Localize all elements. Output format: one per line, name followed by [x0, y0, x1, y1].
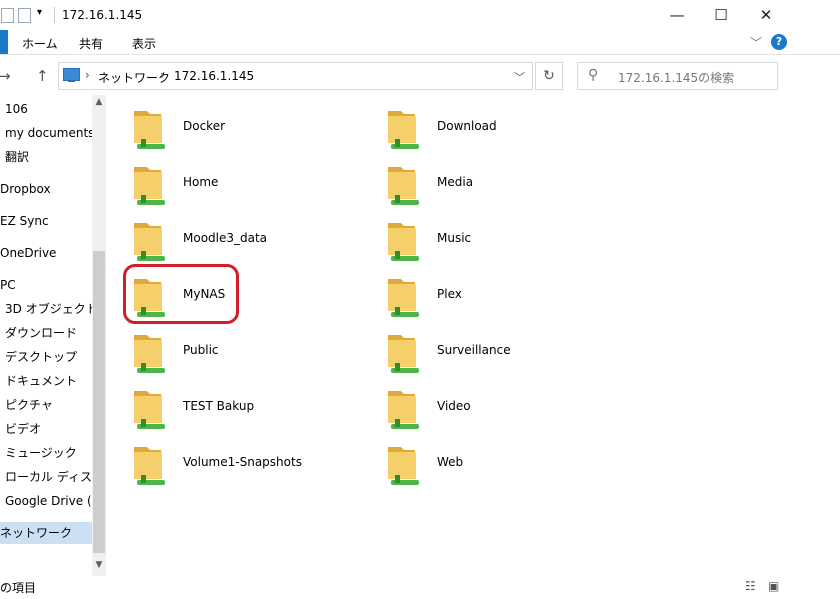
forward-button[interactable]: → [0, 67, 11, 85]
properties-icon[interactable] [1, 8, 14, 23]
folder-web[interactable]: Web [385, 439, 615, 493]
status-bar: の項目 ☷ ▣ [0, 576, 840, 599]
folder-name: Music [437, 231, 472, 245]
sidebar-item-pc[interactable]: PC [0, 274, 92, 296]
sidebar-item-videos[interactable]: ビデオ [0, 418, 92, 440]
tab-home[interactable]: ホーム [22, 35, 58, 52]
sidebar-item-onedrive[interactable]: OneDrive [0, 242, 92, 264]
folder-moodle3-data[interactable]: Moodle3_data [131, 215, 361, 269]
close-button[interactable]: ✕ [755, 4, 777, 26]
scroll-down-arrow-icon[interactable]: ▼ [92, 560, 106, 570]
help-icon[interactable]: ? [771, 34, 787, 50]
folder-name: Plex [437, 287, 462, 301]
file-list: Docker Download Home Media Moodle3_data … [106, 95, 840, 576]
folder-docker[interactable]: Docker [131, 103, 361, 157]
search-input[interactable]: ⚲ 172.16.1.145の検索 [577, 62, 778, 90]
breadcrumb-chevron-icon[interactable]: › [160, 68, 165, 82]
navigation-bar: → ↑ › ネットワーク › 172.16.1.145 ﹀ ↻ ⚲ 172.16… [0, 55, 840, 95]
tab-view[interactable]: 表示 [132, 35, 156, 52]
folder-name: TEST Bakup [183, 399, 255, 413]
folder-download[interactable]: Download [385, 103, 615, 157]
sidebar-item-desktop[interactable]: デスクトップ [0, 346, 92, 368]
shared-folder-icon [134, 335, 165, 373]
shared-folder-icon [134, 223, 165, 261]
search-icon: ⚲ [588, 67, 599, 83]
folder-music[interactable]: Music [385, 215, 615, 269]
folder-name: Download [437, 119, 497, 133]
expand-ribbon-icon[interactable]: ﹀ [750, 34, 762, 51]
sidebar-item-music[interactable]: ミュージック [0, 442, 92, 464]
address-history-dropdown-icon[interactable]: ﹀ [514, 69, 525, 85]
highlight-annotation [123, 264, 239, 324]
shared-folder-icon [388, 223, 419, 261]
shared-folder-icon [134, 111, 165, 149]
folder-name: Moodle3_data [183, 231, 268, 245]
window-title: 172.16.1.145 [62, 8, 143, 22]
sidebar-item-local-disk[interactable]: ローカル ディスク (C [0, 466, 92, 488]
sidebar-item-dropbox[interactable]: Dropbox [0, 178, 92, 200]
minimize-button[interactable]: — [666, 4, 688, 26]
up-button[interactable]: ↑ [36, 67, 49, 85]
folder-test-bakup[interactable]: TEST Bakup [131, 383, 361, 437]
refresh-button[interactable]: ↻ [535, 62, 563, 90]
title-bar: ▾ 172.16.1.145 — ☐ ✕ [0, 0, 840, 30]
folder-name: Video [437, 399, 471, 413]
details-view-icon[interactable]: ☷ [745, 579, 759, 593]
scrollbar-thumb[interactable] [93, 251, 105, 553]
shared-folder-icon [388, 335, 419, 373]
maximize-button[interactable]: ☐ [710, 4, 732, 26]
folder-plex[interactable]: Plex [385, 271, 615, 325]
breadcrumb-host[interactable]: 172.16.1.145 [174, 69, 254, 83]
shared-folder-icon [134, 447, 165, 485]
shared-folder-icon [134, 391, 165, 429]
sidebar-item-3d-objects[interactable]: 3D オブジェクト [0, 298, 92, 320]
navigation-pane: 106 my documents 翻訳 Dropbox EZ Sync OneD… [0, 95, 92, 555]
folder-surveillance[interactable]: Surveillance [385, 327, 615, 381]
address-bar[interactable]: › ネットワーク › 172.16.1.145 ﹀ [58, 62, 533, 90]
sidebar-item-ezsync[interactable]: EZ Sync [0, 210, 92, 232]
item-count-text: の項目 [0, 581, 37, 595]
search-placeholder: 172.16.1.145の検索 [618, 71, 735, 85]
folder-name: Home [183, 175, 219, 189]
sidebar-item-google-drive[interactable]: Google Drive (G: [0, 490, 92, 512]
shared-folder-icon [388, 111, 419, 149]
sidebar-item[interactable]: 翻訳 [0, 146, 92, 168]
folder-volume1-snapshots[interactable]: Volume1-Snapshots [131, 439, 361, 493]
folder-home[interactable]: Home [131, 159, 361, 213]
sidebar-item[interactable]: 106 [0, 98, 92, 120]
folder-name: Volume1-Snapshots [183, 455, 302, 469]
shared-folder-icon [134, 167, 165, 205]
file-tab[interactable] [0, 30, 8, 54]
sidebar-item-downloads[interactable]: ダウンロード [0, 322, 92, 344]
scroll-up-arrow-icon[interactable]: ▲ [92, 97, 106, 107]
ribbon-tabs: ホーム 共有 表示 ﹀ ? [0, 30, 840, 55]
folder-public[interactable]: Public [131, 327, 361, 381]
sidebar-item-pictures[interactable]: ピクチャ [0, 394, 92, 416]
shared-folder-icon [388, 447, 419, 485]
shared-folder-icon [388, 391, 419, 429]
network-computer-icon-stand [68, 80, 75, 82]
quick-access-dropdown-icon[interactable]: ▾ [37, 7, 42, 18]
sidebar-item[interactable]: my documents [0, 122, 92, 144]
folder-name: Public [183, 343, 219, 357]
title-separator [54, 7, 55, 23]
folder-name: Docker [183, 119, 226, 133]
tab-share[interactable]: 共有 [79, 35, 103, 52]
new-folder-icon[interactable] [18, 8, 31, 23]
sidebar-scrollbar[interactable]: ▲ ▼ [92, 95, 106, 576]
sidebar-item-network[interactable]: ネットワーク [0, 522, 92, 544]
folder-name: Surveillance [437, 343, 511, 357]
shared-folder-icon [388, 279, 419, 317]
sidebar-item-documents[interactable]: ドキュメント [0, 370, 92, 392]
folder-name: Media [437, 175, 474, 189]
breadcrumb-chevron-icon[interactable]: › [85, 68, 90, 82]
large-icons-view-icon[interactable]: ▣ [768, 579, 782, 593]
folder-media[interactable]: Media [385, 159, 615, 213]
shared-folder-icon [388, 167, 419, 205]
folder-video[interactable]: Video [385, 383, 615, 437]
folder-name: Web [437, 455, 464, 469]
